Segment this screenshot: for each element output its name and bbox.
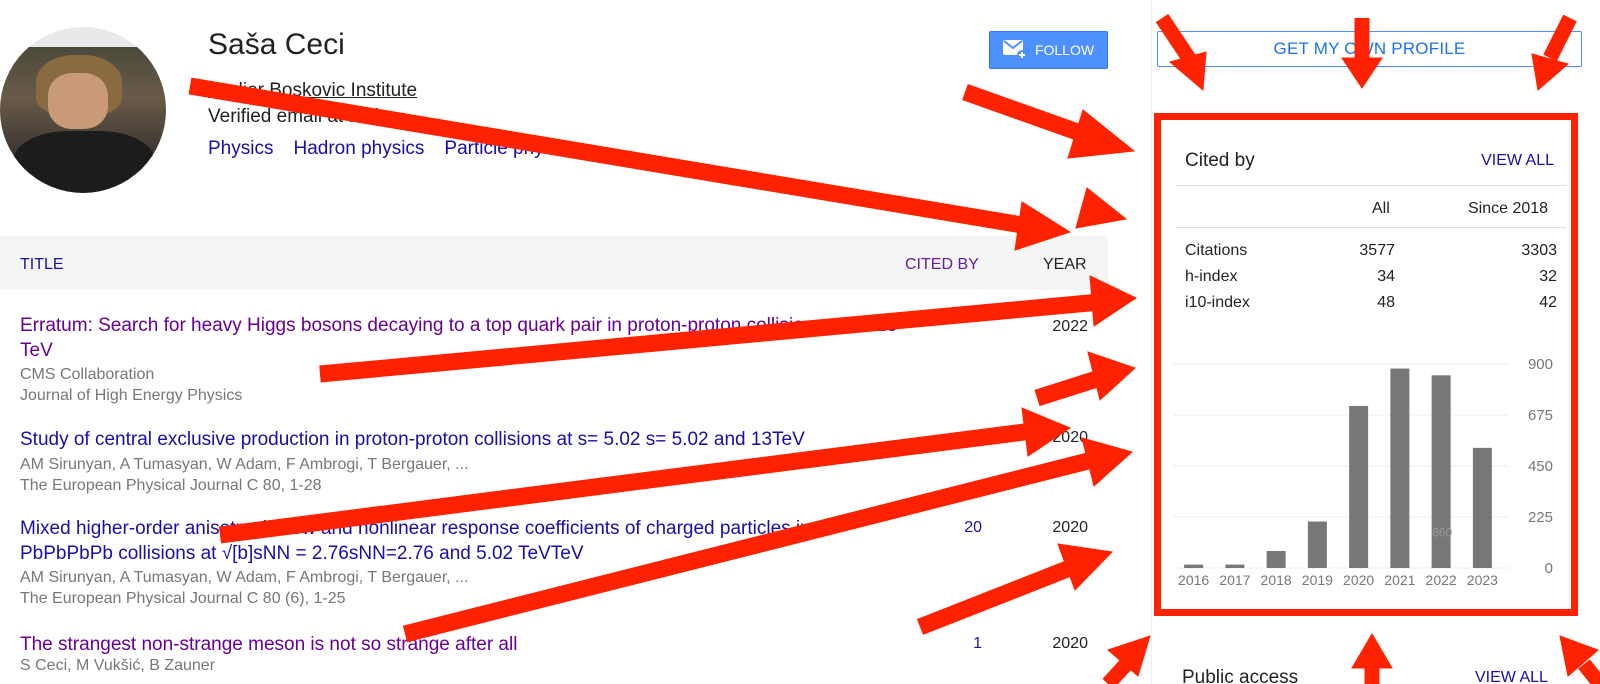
sidebar-divider: [1151, 0, 1152, 684]
stat-all: 34: [1377, 268, 1395, 285]
publication-venue: The European Physical Journal C 80 (6), …: [20, 590, 346, 607]
stat-label: h-index: [1185, 268, 1238, 285]
arrow-annotation: [1559, 635, 1600, 684]
publication-year: 2022: [1052, 318, 1088, 335]
publication-cited-count[interactable]: 20: [940, 519, 982, 537]
interest-physics[interactable]: Physics: [208, 138, 273, 160]
profile-email: Verified email at irb.hr: [208, 106, 392, 127]
stat-all: 3577: [1359, 242, 1395, 259]
public-access-title: Public access: [1182, 667, 1299, 684]
follow-label: FOLLOW: [1034, 42, 1095, 58]
profile-interests: Physics Hadron physics Particle physics: [208, 138, 576, 160]
follow-button[interactable]: FOLLOW: [989, 31, 1108, 69]
publication-year: 2020: [1052, 519, 1088, 536]
x-tick-label: 2019: [1302, 572, 1333, 588]
publication-authors: CMS Collaboration: [20, 366, 155, 383]
y-tick-label: 450: [1528, 458, 1553, 475]
x-tick-label: 2017: [1219, 572, 1250, 588]
publication-year: 2020: [1052, 429, 1088, 446]
stat-row-i10-index: i10-index 48 42: [1185, 294, 1557, 316]
stat-label: i10-index: [1185, 294, 1250, 311]
publication-title-link[interactable]: Mixed higher-order anisotropic flow and …: [20, 516, 900, 566]
publication-authors: AM Sirunyan, A Tumasyan, W Adam, F Ambro…: [20, 569, 469, 586]
publication-venue: Journal of High Energy Physics: [20, 387, 243, 404]
bar-2020[interactable]: [1349, 405, 1369, 568]
bar-2016[interactable]: [1184, 564, 1204, 568]
arrow-annotation: [1351, 633, 1393, 684]
arrow-annotation: [1034, 351, 1136, 407]
x-tick-label: 2020: [1343, 572, 1374, 588]
avatar-shirt: [14, 131, 154, 193]
col-header-since: Since 2018: [1468, 200, 1549, 217]
publication-authors: S Ceci, M Vukšić, B Zauner: [20, 657, 216, 674]
divider: [1176, 227, 1566, 228]
stat-row-h-index: h-index 34 32: [1185, 268, 1557, 290]
x-tick-label: 2022: [1426, 572, 1457, 588]
cited-by-panel: Cited by VIEW ALL All Since 2018 Citatio…: [1154, 113, 1578, 616]
y-tick-label: 900: [1528, 356, 1553, 373]
arrow-annotation: [916, 543, 1114, 635]
stat-since: 3303: [1521, 242, 1557, 259]
stat-since: 32: [1539, 268, 1557, 285]
publication-title-link[interactable]: Erratum: Search for heavy Higgs bosons d…: [20, 313, 900, 363]
avatar-photo: [0, 47, 166, 193]
divider: [1176, 185, 1566, 186]
arrow-annotation: [1102, 635, 1151, 684]
public-access-view-all-link[interactable]: VIEW ALL: [1475, 669, 1548, 684]
sort-by-cited[interactable]: CITED BY: [905, 256, 979, 274]
y-tick-label: 675: [1528, 407, 1553, 424]
interest-particle-physics[interactable]: Particle physics: [444, 138, 576, 160]
bar-tooltip-label: 860: [1432, 525, 1452, 539]
arrow-annotation: [962, 83, 1136, 159]
x-tick-label: 2023: [1467, 572, 1498, 588]
publication-title-link[interactable]: Study of central exclusive production in…: [20, 427, 900, 452]
x-tick-label: 2018: [1261, 572, 1292, 588]
publication-authors: AM Sirunyan, A Tumasyan, W Adam, F Ambro…: [20, 456, 469, 473]
profile-name: Saša Ceci: [208, 28, 345, 61]
interest-hadron-physics[interactable]: Hadron physics: [293, 138, 424, 160]
citations-bar-chart: 0 225 450 675 900 2016 2017 2018 2019 2020 2021 202…: [1173, 356, 1553, 588]
x-tick-label: 2016: [1178, 572, 1209, 588]
stat-label: Citations: [1185, 242, 1248, 259]
stat-since: 42: [1539, 294, 1557, 311]
bar-2018[interactable]: [1266, 551, 1286, 568]
bar-2023[interactable]: [1472, 447, 1492, 568]
publication-year: 2020: [1052, 635, 1088, 652]
avatar: [0, 27, 166, 193]
cited-by-view-all-link[interactable]: VIEW ALL: [1481, 152, 1554, 170]
mail-plus-icon: [1002, 40, 1027, 60]
publications-table-header: TITLE CITED BY YEAR: [0, 236, 1108, 290]
profile-affiliation-link[interactable]: Rudjer Boskovic Institute: [208, 80, 417, 102]
get-own-profile-button[interactable]: GET MY OWN PROFILE: [1157, 31, 1582, 67]
cited-by-title: Cited by: [1185, 150, 1255, 171]
publication-venue: The European Physical Journal C 80, 1-28: [20, 477, 322, 494]
y-tick-label: 0: [1545, 560, 1553, 577]
stat-row-citations: Citations 3577 3303: [1185, 242, 1557, 264]
bar-2019[interactable]: [1307, 521, 1327, 568]
publication-cited-count[interactable]: 1: [940, 635, 982, 653]
stat-all: 48: [1377, 294, 1395, 311]
publication-title-link[interactable]: The strangest non-strange meson is not s…: [20, 632, 900, 657]
y-tick-label: 225: [1528, 509, 1553, 526]
sort-by-year[interactable]: YEAR: [1043, 256, 1087, 274]
x-tick-label: 2021: [1384, 572, 1415, 588]
bar-2021[interactable]: [1390, 368, 1410, 568]
arrow-annotation: [1075, 187, 1128, 229]
avatar-face: [48, 73, 108, 129]
bar-2017[interactable]: [1225, 564, 1245, 568]
sort-by-title[interactable]: TITLE: [20, 256, 64, 274]
col-header-all: All: [1372, 200, 1390, 217]
